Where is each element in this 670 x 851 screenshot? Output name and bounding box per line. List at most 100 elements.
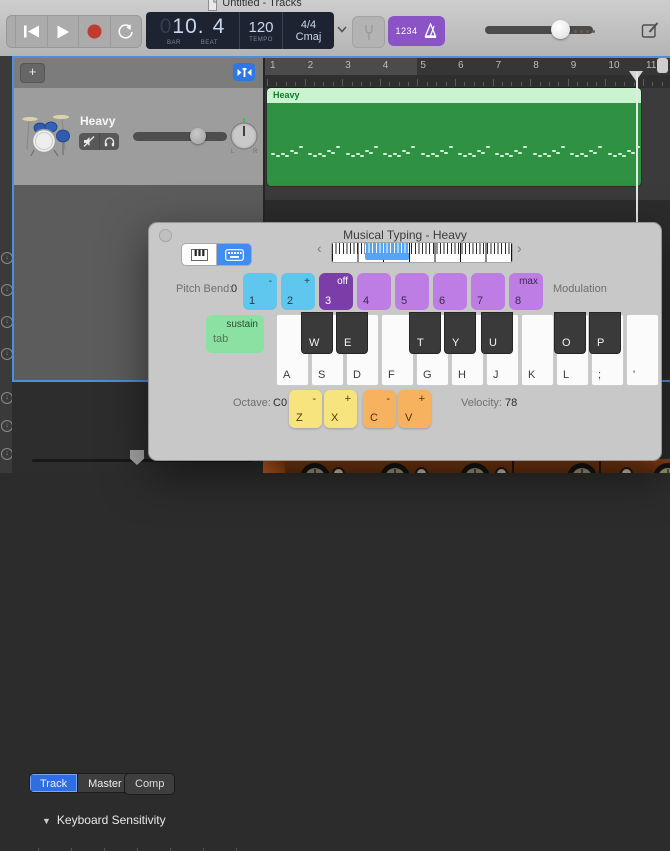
amp-divider <box>599 459 601 473</box>
pitch-bend-key-5[interactable]: 5 <box>395 273 429 310</box>
ruler-tick <box>408 82 409 86</box>
pitch-bend-key-8[interactable]: max8 <box>509 273 543 310</box>
pitch-bend-key-1[interactable]: -1 <box>243 273 277 310</box>
document-icon <box>208 0 217 11</box>
key-number: 1 <box>249 295 255 307</box>
tracks-focus-ring-left <box>12 56 14 382</box>
amp-knob-small[interactable] <box>415 467 428 473</box>
sustain-key[interactable]: sustain tab <box>206 315 264 353</box>
ruler-bar-number: 10 <box>608 60 619 71</box>
midi-note <box>276 155 280 157</box>
typing-mode-button[interactable] <box>217 244 251 265</box>
musical-typing-window[interactable]: Musical Typing - Heavy ‹ › Pit <box>148 222 662 461</box>
pitch-bend-key-3[interactable]: off3 <box>319 273 353 310</box>
lcd-key-section[interactable]: 4/4 Cmaj <box>283 12 334 49</box>
midi-note <box>622 155 626 157</box>
ruler-tick <box>624 82 625 86</box>
catch-playhead-button[interactable] <box>233 63 255 81</box>
ruler-tick <box>587 82 588 86</box>
amp-knob-small[interactable] <box>332 467 345 473</box>
amp-knob-large[interactable] <box>460 463 490 473</box>
lcd-bar-label: BAR <box>167 40 181 46</box>
volume-dot <box>586 30 589 33</box>
keyboard-sensitivity-label: Keyboard Sensitivity <box>57 813 166 827</box>
track-volume-thumb[interactable] <box>190 128 206 144</box>
ruler-tick <box>370 82 371 86</box>
record-button[interactable] <box>79 16 111 47</box>
mini-keyboard-overview[interactable] <box>331 242 513 263</box>
octave-range-left-arrow[interactable]: ‹ <box>317 240 322 256</box>
midi-note <box>346 153 350 155</box>
sensitivity-slider-thumb[interactable] <box>130 450 144 465</box>
count-in-button[interactable]: 1234 <box>388 16 445 46</box>
lcd-chevron-down-icon[interactable] <box>337 26 347 33</box>
transport-edge-button[interactable] <box>7 16 16 47</box>
piano-black-key-E[interactable]: E <box>336 312 368 354</box>
amp-knob-large[interactable] <box>653 463 670 473</box>
octave-range-right-arrow[interactable]: › <box>517 240 522 256</box>
piano-black-key-O[interactable]: O <box>554 312 586 354</box>
go-to-beginning-button[interactable] <box>16 16 48 47</box>
white-key-letter: G <box>423 369 432 381</box>
play-button[interactable] <box>48 16 80 47</box>
ruler-tick <box>634 82 635 86</box>
pitch-bend-key-2[interactable]: +2 <box>281 273 315 310</box>
midi-region-heavy[interactable]: Heavy <box>267 88 641 186</box>
amp-knob-large[interactable] <box>567 463 597 473</box>
lcd-position-section[interactable]: 0 10. 4 BAR BEAT <box>146 12 240 49</box>
scrollbar-chip[interactable] <box>657 58 668 73</box>
tab-track[interactable]: Track <box>30 774 77 792</box>
ruler-tick <box>333 82 334 86</box>
piano-white-key-8[interactable]: K <box>521 314 554 386</box>
volume-dot <box>574 30 577 33</box>
track-volume-slider[interactable] <box>133 132 227 141</box>
track-name-label[interactable]: Heavy <box>80 114 115 128</box>
lcd-ghost-digit: 0 <box>160 15 173 39</box>
key-number: 3 <box>325 295 331 307</box>
master-volume-thumb[interactable] <box>551 20 570 39</box>
ruler-tick <box>446 82 447 86</box>
pitch-bend-key-4[interactable]: 4 <box>357 273 391 310</box>
pan-knob[interactable]: L R <box>228 118 260 154</box>
black-key-letter: Y <box>452 337 459 349</box>
pitch-bend-value: 0 <box>231 283 237 295</box>
amp-knob-large[interactable] <box>300 463 330 473</box>
midi-note <box>322 155 326 157</box>
pitch-bend-key-6[interactable]: 6 <box>433 273 467 310</box>
cycle-button[interactable] <box>111 16 142 47</box>
pitch-bend-key-7[interactable]: 7 <box>471 273 505 310</box>
tab-compare-clipped[interactable]: Comp <box>124 773 175 795</box>
piano-black-key-Y[interactable]: Y <box>444 312 476 354</box>
amp-knob-small[interactable] <box>620 467 633 473</box>
midi-note <box>509 155 513 157</box>
piano-mode-button[interactable] <box>182 244 217 265</box>
keyboard-sensitivity-header[interactable]: ▼ Keyboard Sensitivity <box>42 813 166 827</box>
disclosure-triangle-icon[interactable]: ▼ <box>42 816 51 826</box>
piano-black-key-T[interactable]: T <box>409 312 441 354</box>
octave-key-C[interactable]: -C <box>363 390 396 428</box>
piano-white-key-11[interactable]: ' <box>626 314 659 386</box>
piano-black-key-U[interactable]: U <box>481 312 513 354</box>
timeline-ruler[interactable]: 1234567891011 <box>265 58 670 88</box>
amp-knob-small[interactable] <box>495 467 508 473</box>
notepad-button[interactable] <box>637 16 663 44</box>
piano-black-key-W[interactable]: W <box>301 312 333 354</box>
mini-keyboard-selection[interactable] <box>365 243 409 260</box>
add-track-button[interactable]: + <box>20 63 45 83</box>
lcd-display[interactable]: 0 10. 4 BAR BEAT 120 TEMPO 4/4 Cmaj <box>146 12 334 49</box>
octave-key-X[interactable]: +X <box>324 390 357 428</box>
count-in-label: 1234 <box>395 26 417 36</box>
tuner-button[interactable] <box>352 16 385 48</box>
white-key-letter: ; <box>598 369 601 381</box>
mute-button[interactable] <box>79 133 100 150</box>
octave-key-V[interactable]: +V <box>398 390 431 428</box>
ruler-bar-number: 7 <box>496 60 502 71</box>
octave-key-Z[interactable]: -Z <box>289 390 322 428</box>
piano-black-key-P[interactable]: P <box>589 312 621 354</box>
solo-headphones-button[interactable] <box>100 133 120 150</box>
cycle-icon <box>117 24 134 40</box>
ruler-ticks <box>265 75 670 88</box>
drum-kit-icon <box>20 108 70 158</box>
lcd-tempo-section[interactable]: 120 TEMPO <box>240 12 283 49</box>
amp-knob-large[interactable] <box>380 463 410 473</box>
